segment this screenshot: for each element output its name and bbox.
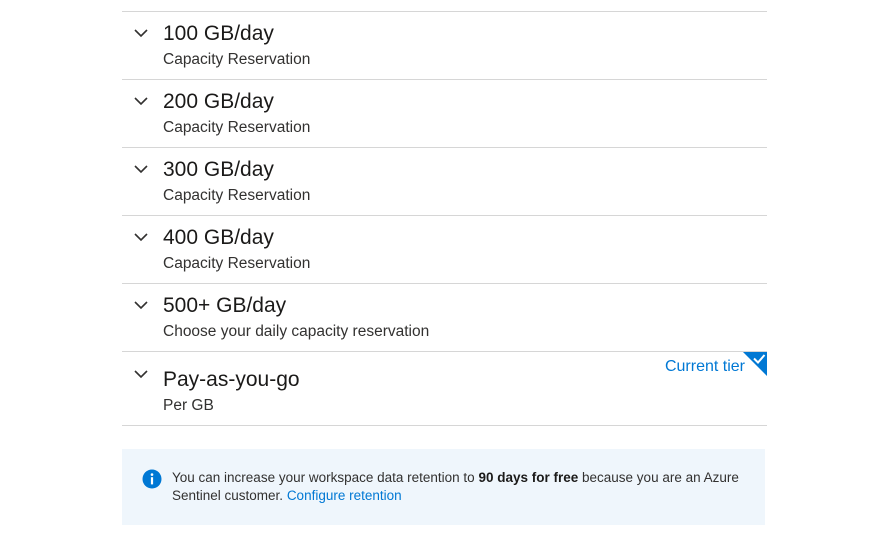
chevron-down-icon[interactable]: [134, 28, 148, 38]
tier-title: 500+ GB/day: [163, 294, 287, 317]
info-icon: [142, 469, 162, 489]
tier-title: 400 GB/day: [163, 226, 274, 249]
tier-subtitle: Choose your daily capacity reservation: [163, 323, 430, 340]
info-text-before: You can increase your workspace data ret…: [172, 470, 479, 485]
tier-subtitle: Capacity Reservation: [163, 255, 311, 272]
tier-row-400gb[interactable]: 400 GB/day Capacity Reservation: [122, 216, 767, 284]
chevron-down-icon[interactable]: [134, 300, 148, 310]
chevron-down-icon[interactable]: [134, 96, 148, 106]
retention-info-banner: You can increase your workspace data ret…: [122, 449, 765, 525]
tier-title: 200 GB/day: [163, 90, 274, 113]
tier-row-300gb[interactable]: 300 GB/day Capacity Reservation: [122, 148, 767, 216]
tier-row-500gb-plus[interactable]: 500+ GB/day Choose your daily capacity r…: [122, 284, 767, 352]
tier-title: 300 GB/day: [163, 158, 274, 181]
tier-subtitle: Per GB: [163, 397, 214, 414]
tier-title: Pay-as-you-go: [163, 368, 300, 391]
chevron-down-icon[interactable]: [134, 164, 148, 174]
checkmark-corner-icon: [743, 352, 767, 376]
current-tier-badge: Current tier: [664, 358, 745, 375]
info-message: You can increase your workspace data ret…: [172, 469, 752, 505]
tier-row-200gb[interactable]: 200 GB/day Capacity Reservation: [122, 80, 767, 148]
chevron-down-icon[interactable]: [134, 369, 148, 379]
tier-subtitle: Capacity Reservation: [163, 119, 311, 136]
tier-row-pay-as-you-go[interactable]: Pay-as-you-go Per GB Current tier: [122, 352, 767, 426]
tier-title: 100 GB/day: [163, 22, 274, 45]
pricing-tier-list: 100 GB/day Capacity Reservation 200 GB/d…: [122, 11, 767, 426]
configure-retention-link[interactable]: Configure retention: [287, 488, 402, 503]
tier-subtitle: Capacity Reservation: [163, 51, 311, 68]
tier-subtitle: Capacity Reservation: [163, 187, 311, 204]
chevron-down-icon[interactable]: [134, 232, 148, 242]
info-text-bold: 90 days for free: [478, 470, 579, 485]
tier-row-100gb[interactable]: 100 GB/day Capacity Reservation: [122, 12, 767, 80]
